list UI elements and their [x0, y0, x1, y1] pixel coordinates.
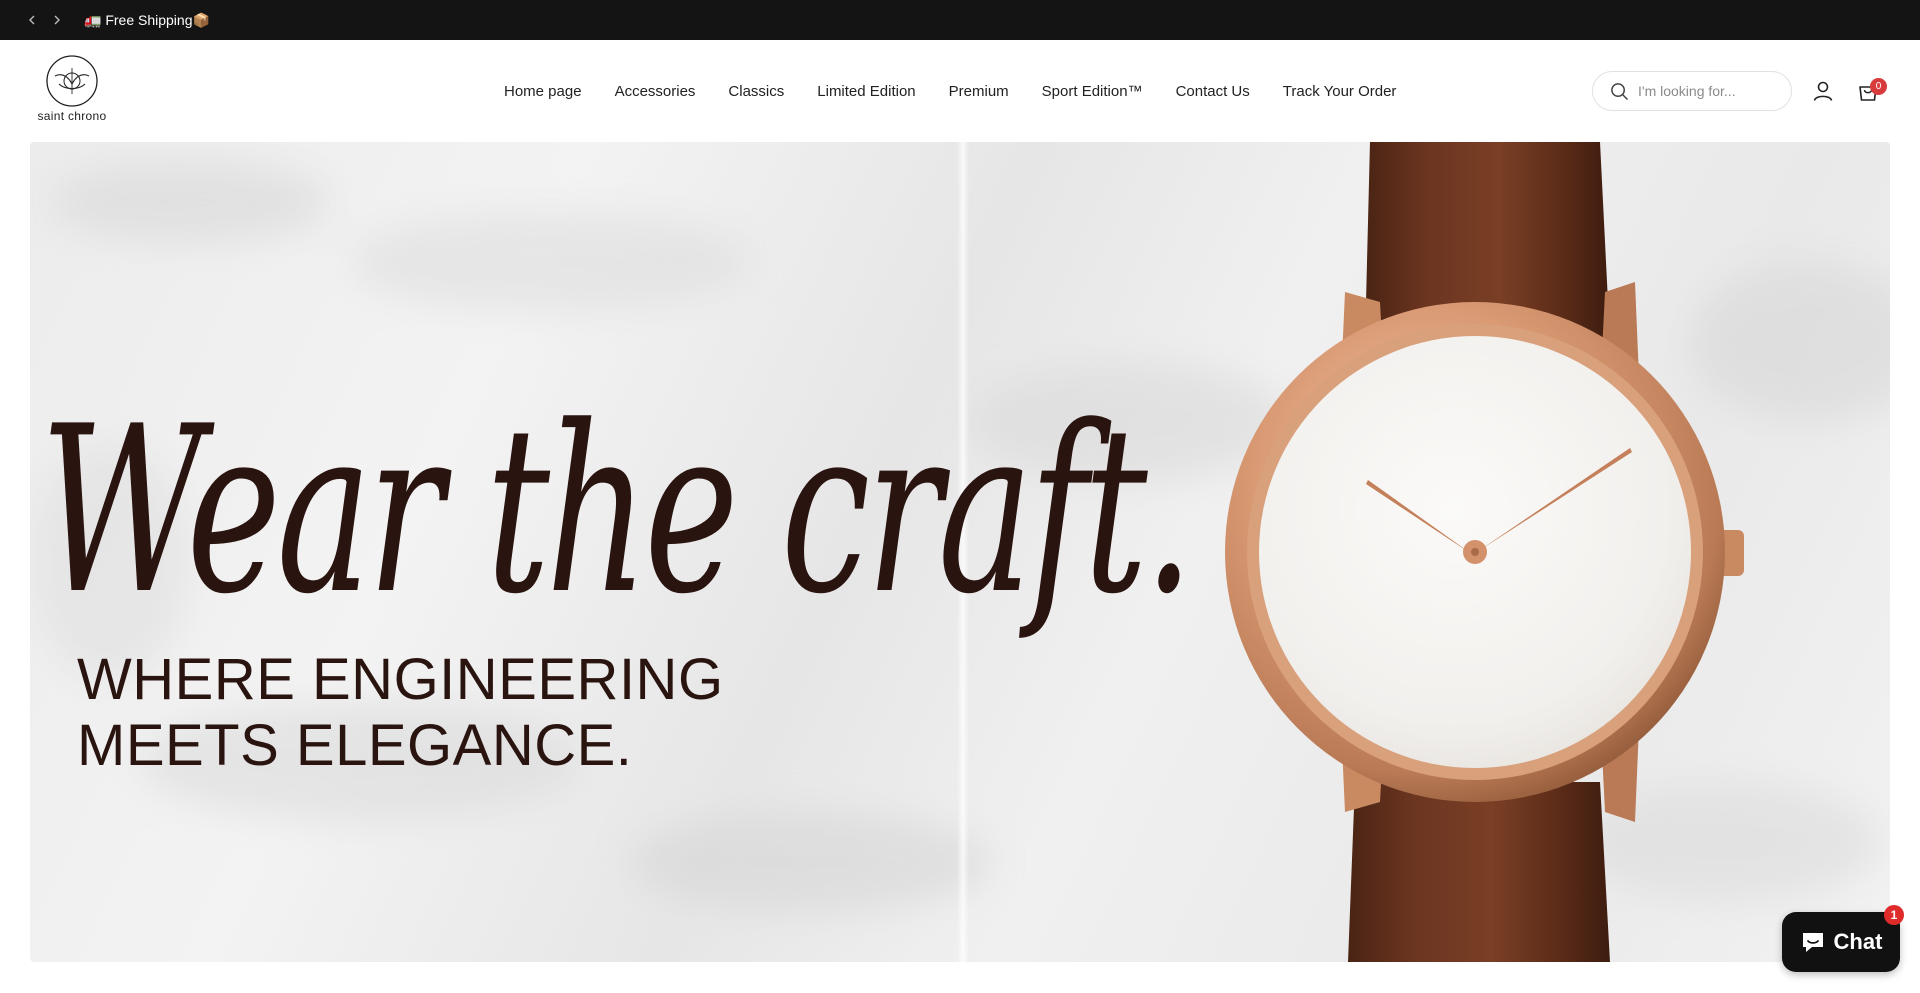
svg-text:Wear the craft.: Wear the craft. — [40, 378, 1190, 645]
hero-tagline: WHERE ENGINEERING MEETS ELEGANCE. — [77, 647, 724, 779]
search-icon — [1611, 82, 1628, 100]
site-header: saint chrono Home page Accessories Class… — [0, 40, 1920, 142]
search-box[interactable] — [1592, 71, 1792, 111]
nav-accessories[interactable]: Accessories — [615, 83, 696, 101]
brand-logo[interactable]: saint chrono — [30, 54, 114, 126]
chat-label: Chat — [1833, 929, 1883, 954]
announcement-message[interactable]: 🚛 Free Shipping📦 — [84, 11, 210, 29]
announcement-next-button[interactable] — [46, 9, 68, 31]
chat-bubble-icon — [1802, 933, 1823, 952]
nav-classics[interactable]: Classics — [728, 83, 784, 101]
chat-unread-badge: 1 — [1884, 905, 1904, 925]
hero-banner[interactable]: Wear the craft. WHERE ENGINEERING MEETS … — [30, 142, 1890, 962]
main-nav: Home page Accessories Classics Limited E… — [504, 83, 1396, 101]
tagline-line-1: WHERE ENGINEERING — [77, 647, 724, 712]
tagline-line-2: MEETS ELEGANCE. — [77, 713, 633, 778]
user-icon[interactable] — [1812, 80, 1834, 102]
announcement-prev-button[interactable] — [21, 9, 43, 31]
nav-sport-edition[interactable]: Sport Edition™ — [1042, 83, 1143, 101]
nav-home[interactable]: Home page — [504, 83, 582, 101]
chevron-right-icon — [54, 15, 60, 25]
announcement-bar: 🚛 Free Shipping📦 — [0, 0, 1920, 40]
cart-count-badge: 0 — [1870, 78, 1887, 95]
logo-wordmark: saint chrono — [37, 109, 107, 123]
nav-contact-us[interactable]: Contact Us — [1176, 83, 1250, 101]
watch-image — [1225, 142, 1744, 962]
nav-premium[interactable]: Premium — [949, 83, 1009, 101]
chat-button[interactable]: Chat — [1782, 912, 1900, 972]
nav-limited-edition[interactable]: Limited Edition — [817, 83, 915, 101]
nav-track-order[interactable]: Track Your Order — [1283, 83, 1397, 101]
chevron-left-icon — [29, 15, 35, 25]
logo-emblem-icon — [46, 55, 98, 107]
search-input[interactable] — [1638, 83, 1788, 99]
